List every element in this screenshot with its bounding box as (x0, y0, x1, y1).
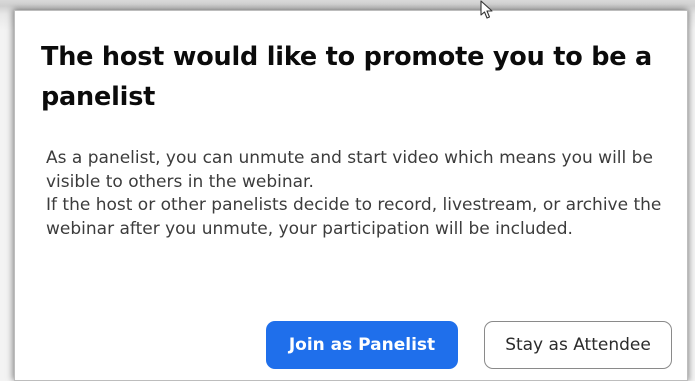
stay-as-attendee-button[interactable]: Stay as Attendee (484, 321, 672, 369)
dialog-message: As a panelist, you can unmute and start … (46, 147, 676, 241)
promote-to-panelist-dialog: The host would like to promote you to be… (14, 10, 688, 381)
dialog-title: The host would like to promote you to be… (41, 42, 653, 112)
message-paragraph-video: As a panelist, you can unmute and start … (46, 148, 653, 192)
message-paragraph-recording: If the host or other panelists decide to… (46, 195, 662, 239)
mouse-pointer-icon (480, 0, 493, 19)
join-as-panelist-button[interactable]: Join as Panelist (266, 321, 458, 369)
